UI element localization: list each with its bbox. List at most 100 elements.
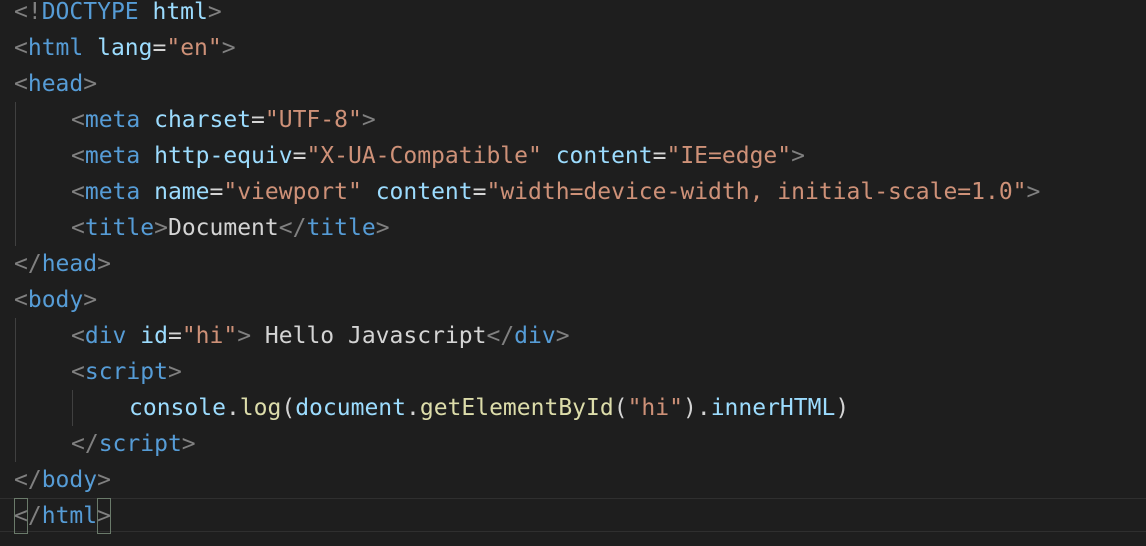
div-tag: div [84, 323, 127, 349]
title-open-lt: < [71, 215, 85, 241]
head-tag: head [27, 71, 84, 97]
div-close-gt: > [555, 323, 570, 349]
meta-tag: meta [84, 107, 141, 133]
http-equiv-value: "X-UA-Compatible" [306, 143, 542, 169]
meta-lt: < [71, 179, 85, 205]
title-open-gt: > [154, 215, 168, 241]
html-close-gt-matched: > [97, 498, 111, 534]
content-attribute: content [541, 143, 653, 169]
charset-value: "UTF-8" [264, 107, 362, 133]
div-open-lt: < [71, 323, 85, 349]
head-open-gt: > [83, 71, 98, 97]
script-tag: script [98, 431, 182, 457]
paren-close: ) [682, 395, 697, 421]
code-line-8: </head> [14, 246, 111, 282]
document-object: document [295, 395, 406, 421]
body-close-lt: </ [14, 467, 42, 493]
div-open-gt: > [237, 323, 252, 349]
current-line-highlight [0, 498, 1146, 532]
div-tag: div [514, 323, 556, 349]
body-tag: body [41, 467, 98, 493]
content-value: "IE=edge" [666, 143, 792, 169]
doctype-keyword: DOCTYPE [41, 0, 139, 25]
code-line-12: console.log(document.getElementById("hi"… [129, 390, 849, 426]
title-tag: title [306, 215, 376, 241]
indent-guide-script [72, 390, 73, 426]
meta-gt: > [791, 143, 805, 169]
html-tag: html [27, 35, 84, 61]
equals: = [167, 323, 182, 349]
code-line-9: <body> [14, 282, 97, 318]
equals: = [251, 107, 265, 133]
charset-attribute: charset [140, 107, 252, 133]
equals: = [652, 143, 667, 169]
meta-tag: meta [84, 143, 141, 169]
indent-guide-head [15, 102, 16, 246]
code-line-3: <head> [14, 66, 97, 102]
code-line-2: <html lang="en"> [14, 30, 236, 66]
body-open-gt: > [83, 287, 98, 313]
paren-open: ( [281, 395, 296, 421]
code-line-14: </body> [14, 462, 111, 498]
meta-lt: < [71, 107, 85, 133]
head-close-lt: </ [14, 251, 42, 277]
name-attribute: name [140, 179, 210, 205]
title-tag: title [84, 215, 155, 241]
script-open-lt: < [71, 359, 85, 385]
script-tag: script [84, 359, 168, 385]
name-value: "viewport" [223, 179, 362, 205]
equals: = [152, 35, 167, 61]
get-element-by-id-function: getElementById [419, 395, 614, 421]
dot: . [405, 395, 420, 421]
code-line-5: <meta http-equiv="X-UA-Compatible" conte… [71, 138, 805, 174]
body-close-gt: > [97, 467, 111, 493]
equals: = [209, 179, 224, 205]
script-close-gt: > [181, 431, 196, 457]
id-attribute: id [126, 323, 168, 349]
doctype-open: <! [14, 0, 42, 25]
doctype-close: > [207, 0, 222, 25]
code-line-1: <!DOCTYPE html> [14, 0, 222, 30]
html-close-lt-matched: < [14, 498, 28, 534]
paren-close: ) [835, 395, 850, 421]
body-tag: body [27, 287, 84, 313]
dot: . [696, 395, 711, 421]
div-close-lt: </ [486, 323, 515, 349]
paren-open: ( [613, 395, 628, 421]
code-line-11: <script> [71, 354, 182, 390]
inner-html-property: innerHTML [710, 395, 836, 421]
code-line-6: <meta name="viewport" content="width=dev… [71, 174, 1040, 210]
div-text: Hello Javascript [251, 323, 487, 349]
html-open-gt: > [221, 35, 236, 61]
content-attribute: content [361, 179, 473, 205]
dot: . [225, 395, 240, 421]
equals: = [472, 179, 487, 205]
equals: = [292, 143, 307, 169]
title-close-gt: > [375, 215, 390, 241]
hi-argument: "hi" [627, 395, 683, 421]
lang-attribute: lang [83, 35, 153, 61]
script-open-gt: > [167, 359, 182, 385]
code-line-13: </script> [71, 426, 196, 462]
script-close-lt: </ [71, 431, 99, 457]
body-open-lt: < [14, 287, 28, 313]
html-tag: html [41, 503, 98, 529]
code-line-7: <title>Document</title> [71, 210, 390, 246]
console-object: console [129, 395, 226, 421]
content-value: "width=device-width, initial-scale=1.0" [486, 179, 1027, 205]
code-line-15: <./html> [14, 498, 111, 534]
head-close-gt: > [97, 251, 111, 277]
meta-lt: < [71, 143, 85, 169]
code-line-4: <meta charset="UTF-8"> [71, 102, 376, 138]
code-editor[interactable]: <!DOCTYPE html> <html lang="en"> <head> … [0, 0, 1146, 546]
code-line-10: <div id="hi"> Hello Javascript</div> [71, 318, 570, 354]
head-open-lt: < [14, 71, 28, 97]
html-open-lt: < [14, 35, 28, 61]
meta-gt: > [361, 107, 376, 133]
meta-gt: > [1026, 179, 1041, 205]
head-tag: head [41, 251, 98, 277]
title-close-lt: </ [278, 215, 307, 241]
doctype-value: html [138, 0, 208, 25]
html-close-slash: / [27, 503, 42, 529]
meta-tag: meta [84, 179, 141, 205]
